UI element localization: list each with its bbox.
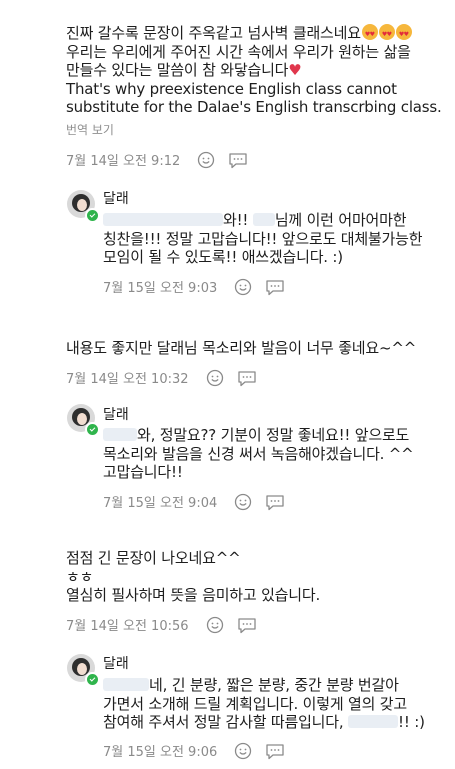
speech-bubble-icon[interactable] <box>265 492 285 512</box>
reply-2: 와, 정말요?? 기분이 정말 좋네요!! 앞으로도 목소리와 발음을 신경 써… <box>103 426 451 512</box>
heart-eyes-emoji-icon <box>361 24 378 45</box>
comment-meta: 7월 14일 오전 10:56 <box>66 615 451 635</box>
comment-text: 와!! 님께 이런 어마어마한 칭찬을!!! 정말 고맙습니다!! 앞으로도 대… <box>103 211 423 266</box>
comment-2: 내용도 좋지만 달래님 목소리와 발음이 너무 좋네요~^^ 7월 14일 오전… <box>66 339 451 388</box>
comment-text: 진짜 갈수록 문장이 주옥같고 넘사벽 클래스네요 우리는 우리에게 주어진 시… <box>66 24 451 117</box>
comment-meta: 7월 15일 오전 9:03 <box>103 277 451 297</box>
heart-icon: ♥ <box>288 61 302 79</box>
comment-meta: 7월 15일 오전 9:04 <box>103 492 451 512</box>
speech-bubble-icon[interactable] <box>237 368 257 388</box>
redacted-name <box>103 428 137 441</box>
comment-date: 7월 14일 오전 9:12 <box>66 154 181 169</box>
comment-meta: 7월 14일 오전 9:12 <box>66 150 451 170</box>
comment-date: 7월 14일 오전 10:32 <box>66 372 189 387</box>
smile-face-icon[interactable] <box>233 492 253 512</box>
heart-eyes-emoji-icon <box>378 24 395 45</box>
heart-eyes-emoji-icon <box>395 24 412 45</box>
verified-badge-icon <box>85 208 100 223</box>
comment-date: 7월 15일 오전 9:06 <box>103 745 218 760</box>
comment-date: 7월 15일 오전 9:03 <box>103 281 218 296</box>
reply-1: 와!! 님께 이런 어마어마한 칭찬을!!! 정말 고맙습니다!! 앞으로도 대… <box>103 211 451 297</box>
comment-date: 7월 15일 오전 9:04 <box>103 496 218 511</box>
redacted-name <box>348 715 399 728</box>
redacted-name <box>103 213 223 226</box>
comment-meta: 7월 15일 오전 9:06 <box>103 741 451 761</box>
redacted-name <box>103 678 149 691</box>
author-name: 달래 <box>103 407 129 423</box>
smile-face-icon[interactable] <box>205 368 225 388</box>
smile-face-icon[interactable] <box>233 277 253 297</box>
author-name: 달래 <box>103 656 129 672</box>
speech-bubble-icon[interactable] <box>237 615 257 635</box>
comment-text: 네, 긴 분량, 짧은 분량, 중간 분량 번갈아 가면서 소개해 드릴 계획입… <box>103 676 425 731</box>
comment-meta: 7월 14일 오전 10:32 <box>66 368 451 388</box>
translate-link[interactable]: 번역 보기 <box>66 121 451 138</box>
comment-3: 점점 긴 문장이 나오네요^^ ㅎㅎ 열심히 필사하며 뜻을 음미하고 있습니다… <box>66 549 451 635</box>
comment-text: 내용도 좋지만 달래님 목소리와 발음이 너무 좋네요~^^ <box>66 339 417 357</box>
comment-text: 점점 긴 문장이 나오네요^^ ㅎㅎ 열심히 필사하며 뜻을 음미하고 있습니다… <box>66 549 321 604</box>
verified-badge-icon <box>85 422 100 437</box>
comment-date: 7월 14일 오전 10:56 <box>66 619 189 634</box>
author-name: 달래 <box>103 191 129 207</box>
redacted-name <box>252 213 275 226</box>
smile-face-icon[interactable] <box>205 615 225 635</box>
speech-bubble-icon[interactable] <box>228 150 248 170</box>
comment-text: 와, 정말요?? 기분이 정말 좋네요!! 앞으로도 목소리와 발음을 신경 써… <box>103 426 414 481</box>
reply-3: 네, 긴 분량, 짧은 분량, 중간 분량 번갈아 가면서 소개해 드릴 계획입… <box>103 676 451 761</box>
verified-badge-icon <box>85 672 100 687</box>
speech-bubble-icon[interactable] <box>265 277 285 297</box>
comment-1: 진짜 갈수록 문장이 주옥같고 넘사벽 클래스네요 우리는 우리에게 주어진 시… <box>66 24 451 170</box>
smile-face-icon[interactable] <box>196 150 216 170</box>
smile-face-icon[interactable] <box>233 741 253 761</box>
speech-bubble-icon[interactable] <box>265 741 285 761</box>
